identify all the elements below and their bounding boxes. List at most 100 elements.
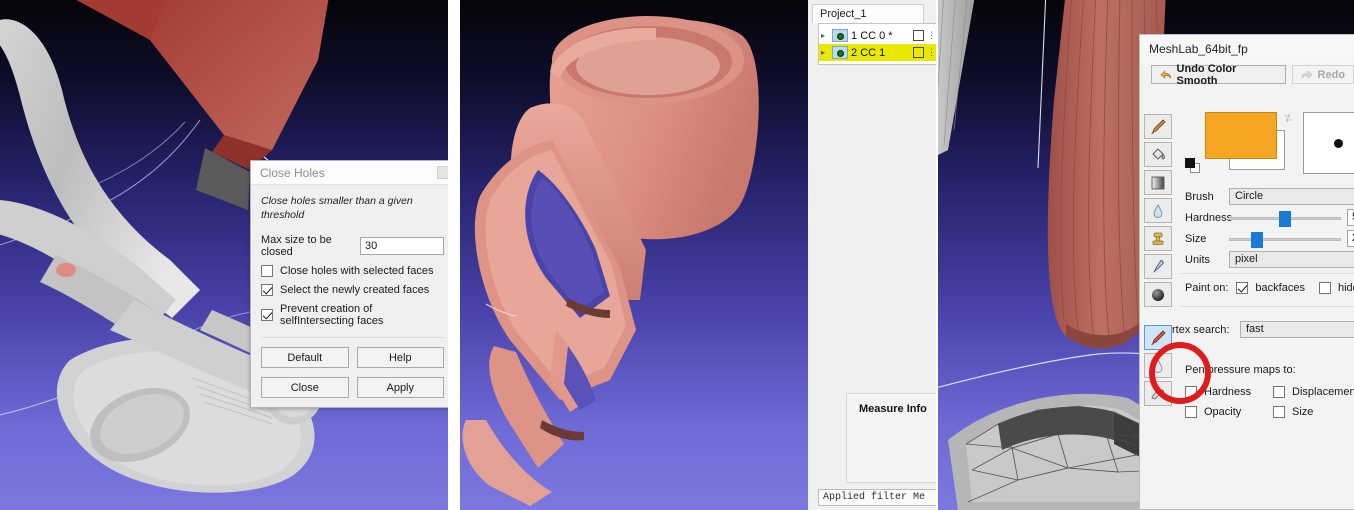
hardness-value[interactable]: 50 bbox=[1347, 209, 1354, 226]
layer-panel: Project_1 ▸ 1 CC 0 * ⋮ ▸ 2 CC 1 ⋮ bbox=[808, 0, 936, 510]
vertex-search-row: rtex search: fast bbox=[1172, 321, 1354, 338]
brush-preview-dot bbox=[1334, 139, 1343, 148]
panel-title: MeshLab_64bit_fp bbox=[1140, 35, 1354, 63]
visibility-eye-icon[interactable] bbox=[832, 46, 848, 59]
checkbox-pen-displacement[interactable]: Displacement / Smoot bbox=[1273, 386, 1354, 398]
checkbox-backfaces[interactable]: backfaces bbox=[1236, 282, 1305, 294]
close-button[interactable]: Close bbox=[261, 377, 349, 398]
checkbox-box[interactable] bbox=[1185, 406, 1197, 418]
button-row-top: Default Help bbox=[261, 347, 444, 368]
redo-button: Redo bbox=[1292, 65, 1354, 84]
max-size-label: Max size to be closed bbox=[261, 234, 352, 258]
max-size-input[interactable]: 30 bbox=[360, 237, 444, 255]
checkbox-label: Select the newly created faces bbox=[280, 284, 429, 296]
clone-stamp-tool-button[interactable] bbox=[1144, 226, 1172, 251]
help-button[interactable]: Help bbox=[357, 347, 445, 368]
layer-extra-icon[interactable]: ⋮ bbox=[927, 30, 936, 41]
checkbox-close-holes-selected[interactable]: Close holes with selected faces bbox=[261, 265, 444, 277]
mesh-cube-icon[interactable] bbox=[913, 47, 924, 58]
paint-panel-body: Brush Circle Hardness 50 Size bbox=[1140, 84, 1354, 510]
sphere-tool-button[interactable] bbox=[1144, 282, 1172, 307]
checkbox-box[interactable] bbox=[1273, 406, 1285, 418]
checkbox-box[interactable] bbox=[261, 284, 273, 296]
layer-row[interactable]: ▸ 2 CC 1 ⋮ bbox=[819, 44, 936, 61]
visibility-eye-icon[interactable] bbox=[832, 29, 848, 42]
paint-bucket-icon bbox=[1149, 146, 1167, 164]
checkbox-label: backfaces bbox=[1255, 282, 1305, 294]
redo-arrow-icon bbox=[1301, 69, 1313, 80]
dialog-body: Close holes smaller than a given thresho… bbox=[251, 185, 448, 407]
layer-name: 1 CC 0 * bbox=[851, 30, 910, 42]
layer-row[interactable]: ▸ 1 CC 0 * ⋮ bbox=[819, 27, 936, 44]
layer-panel-container: Project_1 ▸ 1 CC 0 * ⋮ ▸ 2 CC 1 ⋮ bbox=[808, 0, 936, 510]
dialog-title-button[interactable] bbox=[437, 166, 448, 179]
water-drop-tool-button[interactable] bbox=[1144, 198, 1172, 223]
swap-colors-icon[interactable] bbox=[1282, 112, 1294, 124]
size-slider[interactable] bbox=[1229, 231, 1341, 247]
checkbox-box[interactable] bbox=[261, 265, 273, 277]
divider bbox=[1180, 306, 1354, 307]
undo-arrow-icon bbox=[1160, 69, 1172, 80]
paint-on-label: Paint on: bbox=[1185, 282, 1228, 294]
hardness-row: Hardness 50 bbox=[1185, 209, 1354, 226]
dialog-titlebar[interactable]: Close Holes bbox=[251, 161, 448, 185]
close-holes-dialog[interactable]: Close Holes Close holes smaller than a g… bbox=[250, 160, 448, 408]
layer-list[interactable]: ▸ 1 CC 0 * ⋮ ▸ 2 CC 1 ⋮ bbox=[818, 23, 936, 65]
layer-name: 2 CC 1 bbox=[851, 47, 910, 59]
default-foreground-mini-swatch[interactable] bbox=[1185, 158, 1195, 168]
brush-row: Brush Circle bbox=[1185, 188, 1354, 205]
measure-info-panel: Measure Info bbox=[846, 393, 936, 483]
undo-button[interactable]: Undo Color Smooth bbox=[1151, 65, 1286, 84]
units-select[interactable]: pixel bbox=[1229, 251, 1354, 268]
checkbox-select-new-faces[interactable]: Select the newly created faces bbox=[261, 284, 444, 296]
expand-arrow-icon[interactable]: ▸ bbox=[821, 31, 829, 40]
divider bbox=[261, 337, 444, 338]
checkbox-pen-size[interactable]: Size bbox=[1273, 406, 1313, 418]
vertex-search-label: rtex search: bbox=[1172, 324, 1240, 336]
screenshot-root: Close Holes Close holes smaller than a g… bbox=[0, 0, 1354, 510]
default-button[interactable]: Default bbox=[261, 347, 349, 368]
units-label: Units bbox=[1185, 254, 1229, 266]
checkbox-box[interactable] bbox=[1319, 282, 1331, 294]
foreground-color-swatch[interactable] bbox=[1205, 112, 1277, 159]
slider-handle[interactable] bbox=[1279, 211, 1291, 227]
checkbox-hidden-polygons[interactable]: hidden polygo bbox=[1319, 282, 1354, 294]
undo-label: Undo Color Smooth bbox=[1177, 63, 1277, 87]
hardness-slider[interactable] bbox=[1229, 210, 1341, 226]
project-tab[interactable]: Project_1 bbox=[812, 4, 924, 23]
size-label: Size bbox=[1185, 233, 1229, 245]
brush-preview bbox=[1303, 112, 1354, 174]
vertex-search-select[interactable]: fast bbox=[1240, 321, 1354, 338]
paint-bucket-tool-button[interactable] bbox=[1144, 142, 1172, 167]
mesh-cube-icon[interactable] bbox=[913, 30, 924, 41]
max-size-row: Max size to be closed 30 bbox=[261, 234, 444, 258]
size-value[interactable]: 20 bbox=[1347, 230, 1354, 247]
undo-redo-toolbar: Undo Color Smooth Redo bbox=[1140, 63, 1354, 84]
checkbox-box[interactable] bbox=[1273, 386, 1285, 398]
redo-label: Redo bbox=[1318, 69, 1346, 81]
meshlab-paint-panel: MeshLab_64bit_fp Undo Color Smooth Redo bbox=[1139, 34, 1354, 510]
units-row: Units pixel bbox=[1185, 251, 1354, 268]
checkbox-label: Size bbox=[1292, 406, 1313, 418]
dialog-title: Close Holes bbox=[260, 166, 325, 180]
checkbox-box[interactable] bbox=[1236, 282, 1248, 294]
brush-select[interactable]: Circle bbox=[1229, 188, 1354, 205]
tool-column-spacer bbox=[1144, 310, 1174, 322]
checkbox-prevent-selfintersect[interactable]: Prevent creation of selfIntersecting fac… bbox=[261, 303, 444, 327]
slider-handle[interactable] bbox=[1251, 232, 1263, 248]
checkbox-box[interactable] bbox=[261, 309, 273, 321]
layer-extra-icon[interactable]: ⋮ bbox=[927, 47, 936, 58]
paintbrush-tool-button[interactable] bbox=[1144, 114, 1172, 139]
checkbox-label: Opacity bbox=[1204, 406, 1241, 418]
3d-scene-bracket-salmon bbox=[460, 0, 808, 510]
pen-pressure-row-2: Opacity Size bbox=[1185, 406, 1354, 418]
paintbrush-icon bbox=[1149, 329, 1167, 347]
3d-viewport-2[interactable] bbox=[460, 0, 808, 510]
brush-label: Brush bbox=[1185, 191, 1229, 203]
expand-arrow-icon[interactable]: ▸ bbox=[821, 48, 829, 57]
gradient-tool-button[interactable] bbox=[1144, 170, 1172, 195]
clone-stamp-icon bbox=[1149, 230, 1167, 248]
eyedropper-tool-button[interactable] bbox=[1144, 254, 1172, 279]
apply-button[interactable]: Apply bbox=[357, 377, 445, 398]
checkbox-pen-opacity[interactable]: Opacity bbox=[1185, 406, 1259, 418]
